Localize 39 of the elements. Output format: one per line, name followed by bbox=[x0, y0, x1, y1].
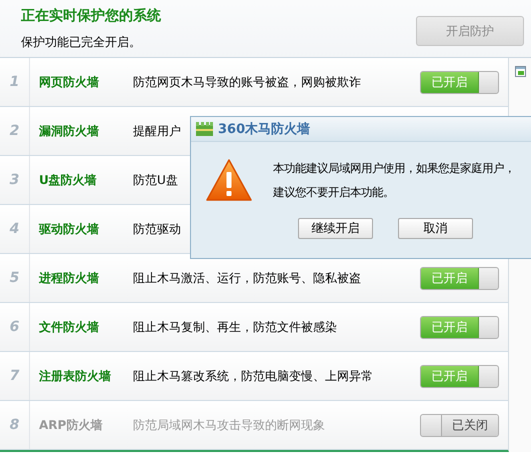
row-number: 8 bbox=[0, 401, 30, 449]
firewall-name: 驱动防火墙 bbox=[38, 220, 100, 238]
row-number: 1 bbox=[0, 58, 30, 106]
dialog-message: 建议您不要开启本功能。 bbox=[273, 185, 395, 200]
firewall-description: 防范U盘 bbox=[133, 172, 178, 188]
wall-icon bbox=[196, 122, 213, 136]
toggle-switch[interactable]: 已开启 bbox=[420, 316, 499, 338]
firewall-description: 阻止木马复制、再生，防范文件被感染 bbox=[133, 318, 337, 336]
firewall-description: 防范局域网木马攻击导致的断网现象 bbox=[133, 416, 325, 434]
row-number: 6 bbox=[0, 303, 30, 351]
firewall-description: 防范网页木马导致的账号被盗，网购被欺诈 bbox=[133, 74, 361, 90]
firewall-description: 阻止木马篡改系统，防范电脑变慢、上网异常 bbox=[133, 368, 373, 384]
firewall-name: 进程防火墙 bbox=[38, 270, 100, 286]
row-number: 4 bbox=[0, 205, 30, 253]
row-number: 2 bbox=[0, 107, 30, 155]
row-number: 5 bbox=[0, 254, 30, 302]
toggle-switch[interactable]: 已开启 bbox=[420, 364, 499, 388]
firewall-name: 漏洞防火墙 bbox=[38, 122, 100, 140]
firewall-name: 注册表防火墙 bbox=[38, 368, 112, 384]
firewall-description: 提醒用户 bbox=[133, 122, 181, 140]
firewall-name: 网页防火墙 bbox=[38, 74, 100, 90]
firewall-description: 阻止木马激活、运行，防范账号、隐私被盗 bbox=[133, 270, 361, 286]
status-subtitle: 保护功能已完全开启。 bbox=[21, 34, 142, 51]
status-title: 正在实时保护您的系统 bbox=[21, 7, 161, 25]
row-number: 3 bbox=[0, 156, 30, 204]
toggle-switch[interactable]: 已开启 bbox=[420, 70, 499, 94]
toggle-switch[interactable]: 已开启 bbox=[420, 266, 499, 290]
warning-icon bbox=[205, 158, 253, 202]
firewall-name: U盘防火墙 bbox=[38, 172, 98, 188]
firewall-name: 文件防火墙 bbox=[38, 318, 100, 336]
dialog-button[interactable]: 取消 bbox=[398, 218, 473, 239]
dialog-button[interactable]: 继续开启 bbox=[298, 218, 373, 239]
toggle-switch[interactable]: 已关闭 bbox=[420, 414, 499, 436]
firewall-name: ARP防火墙 bbox=[38, 416, 104, 434]
dialog-title: 360木马防火墙 bbox=[218, 121, 310, 138]
firewall-description: 防范驱动 bbox=[133, 220, 181, 238]
row-number: 7 bbox=[0, 352, 30, 400]
dialog-message: 本功能建议局域网用户使用，如果您是家庭用户， bbox=[273, 161, 515, 176]
panel-icon[interactable] bbox=[514, 66, 526, 77]
